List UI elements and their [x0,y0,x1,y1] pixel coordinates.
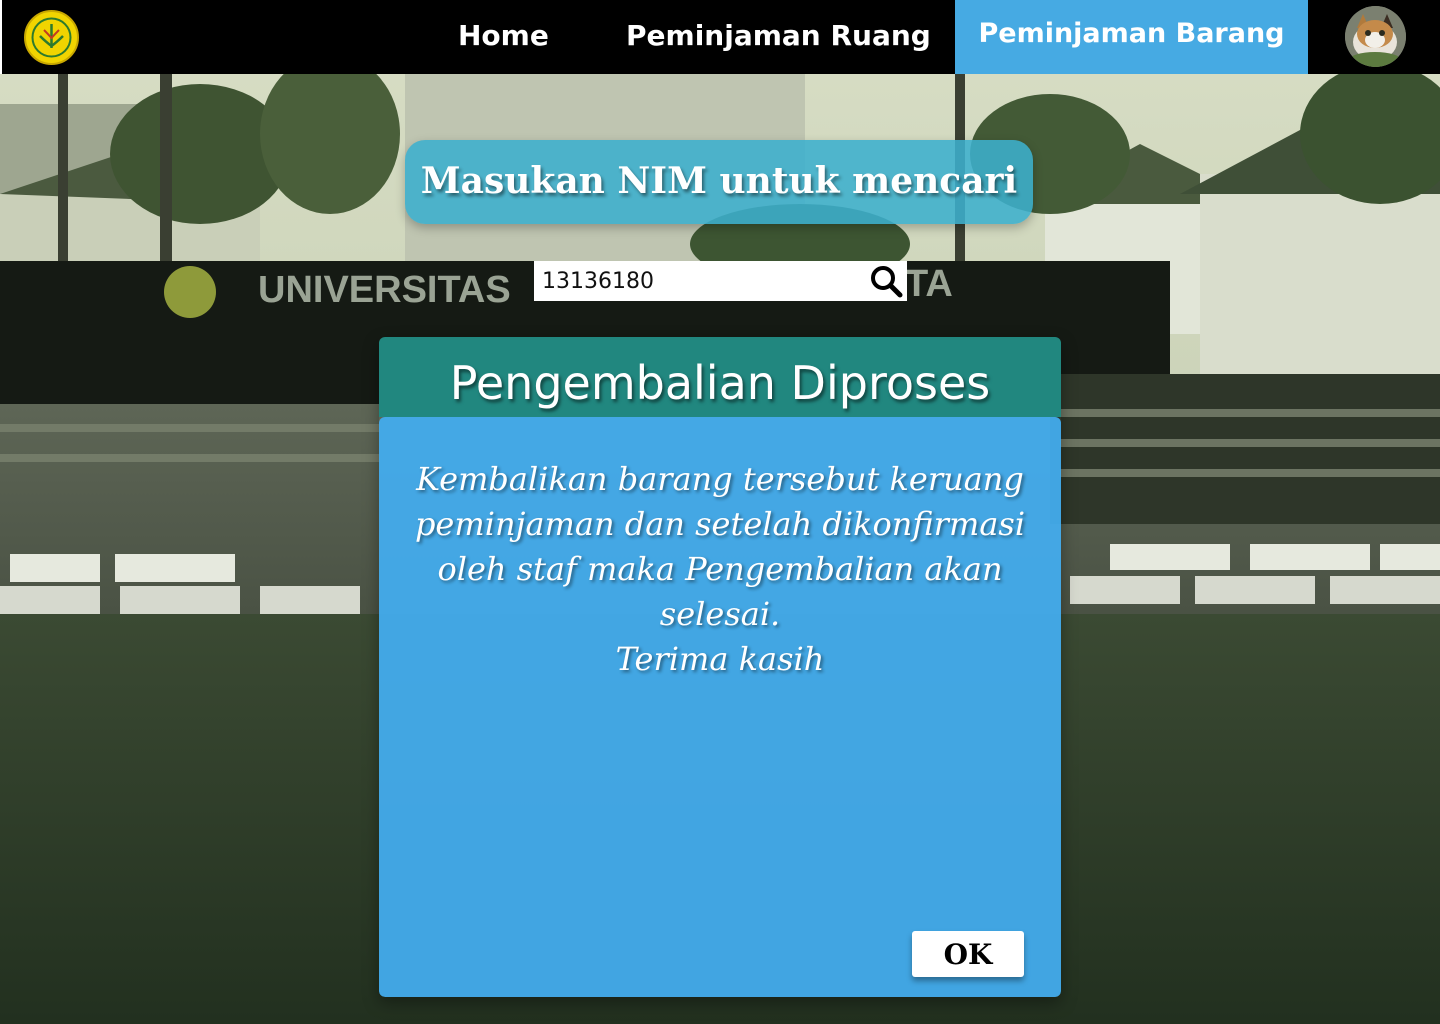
modal-message-thanks: Terima kasih [615,640,825,678]
nav-peminjaman-barang[interactable]: Peminjaman Barang [955,0,1308,74]
ok-button[interactable]: OK [912,931,1024,977]
page: UNIVERSITAS TA Home Peminjaman Ruang Pem… [0,0,1440,1024]
modal-message-line: selesai. [659,595,781,633]
nim-search-input[interactable] [534,261,864,301]
modal-message-line: Kembalikan barang tersebut keruang [416,460,1024,498]
search-heading: Masukan NIM untuk mencari [405,140,1033,224]
modal-body: Kembalikan barang tersebut keruang pemin… [379,417,1061,997]
modal-message: Kembalikan barang tersebut keruang pemin… [409,457,1031,682]
university-logo-icon[interactable] [24,10,79,65]
search-icon[interactable] [868,263,904,299]
search-box [534,261,907,301]
navbar: Home Peminjaman Ruang Peminjaman Barang [0,0,1440,74]
return-processed-modal: Pengembalian Diproses Kembalikan barang … [379,337,1061,997]
nav-peminjaman-ruang[interactable]: Peminjaman Ruang [626,0,931,74]
modal-message-line: peminjaman dan setelah dikonfirmasi [414,505,1026,543]
modal-message-line: oleh staf maka Pengembalian akan [437,550,1003,588]
user-avatar[interactable] [1345,6,1406,67]
modal-title: Pengembalian Diproses [379,337,1061,417]
sign-text-left: UNIVERSITAS [258,269,511,311]
sign-text-right: TA [905,263,953,305]
nav-home[interactable]: Home [458,0,549,74]
